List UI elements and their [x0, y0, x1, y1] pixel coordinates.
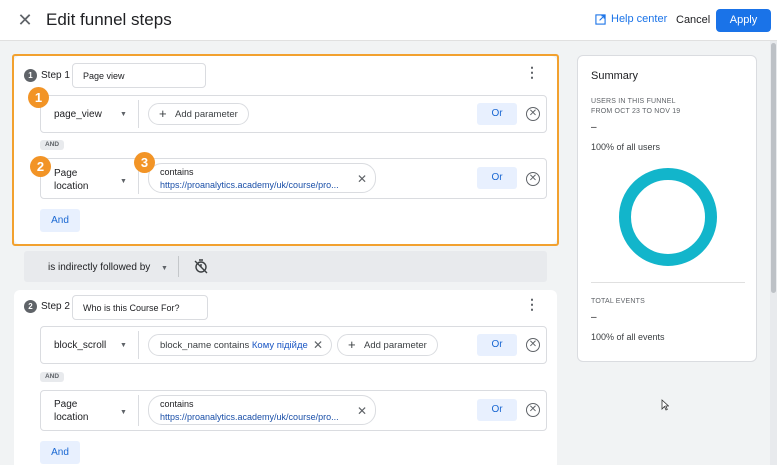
users-caption-line-2: FROM OCT 23 TO NOV 19	[591, 108, 681, 115]
clear-chip-icon[interactable]: ✕	[313, 338, 323, 352]
top-bar: ✕ Edit funnel steps Help center Cancel A…	[0, 0, 777, 41]
step-2-dimension-select[interactable]: Page location ▼	[54, 398, 129, 424]
condition-value: https://proanalytics.academy/uk/course/p…	[160, 412, 339, 422]
and-button[interactable]: And	[40, 441, 80, 464]
step-2-more-icon[interactable]: ⋮	[524, 296, 540, 316]
page-title: Edit funnel steps	[46, 10, 172, 29]
divider	[138, 331, 139, 359]
or-button[interactable]: Or	[477, 334, 517, 356]
help-center-link[interactable]: Help center	[595, 13, 667, 25]
parameter-value: Кому підійде	[251, 340, 308, 351]
apply-button[interactable]: Apply	[716, 9, 771, 32]
event-select-value: block_scroll	[54, 340, 107, 351]
sequence-connector: is indirectly followed by ▼	[24, 251, 547, 282]
dimension-line-1: Page	[54, 399, 78, 410]
annotation-badge-3: 3	[134, 152, 155, 173]
step-2-label: Step 2	[41, 301, 70, 312]
parameter-chip-label: block_name contains Кому підійде	[160, 340, 308, 351]
or-button[interactable]: Or	[477, 399, 517, 421]
annotation-badge-1: 1	[28, 87, 49, 108]
followed-by-label: is indirectly followed by	[48, 262, 151, 273]
events-value: –	[591, 312, 597, 323]
add-parameter-button[interactable]: + Add parameter	[337, 334, 438, 356]
plus-icon: +	[348, 337, 356, 352]
condition-operator: contains	[160, 399, 194, 409]
dimension-line-2: location	[54, 412, 89, 423]
step-2-name-input[interactable]: Who is this Course For?	[72, 295, 208, 320]
annotation-badge-2: 2	[30, 156, 51, 177]
events-percentage: 100% of all events	[591, 332, 665, 342]
summary-title: Summary	[591, 70, 639, 82]
events-caption: TOTAL EVENTS	[591, 298, 646, 305]
dropdown-caret-icon: ▼	[120, 342, 127, 349]
divider	[138, 395, 139, 426]
dropdown-caret-icon: ▼	[161, 265, 168, 272]
users-percentage: 100% of all users	[591, 142, 661, 152]
step-2-number-badge: 2	[24, 300, 37, 313]
scrollbar-thumb[interactable]	[771, 43, 776, 293]
mouse-cursor-icon	[661, 399, 669, 411]
users-donut-chart	[619, 168, 717, 266]
remove-condition-icon[interactable]: ✕	[526, 338, 540, 352]
open-external-icon	[595, 13, 606, 25]
condition-chip[interactable]: contains https://proanalytics.academy/uk…	[148, 395, 376, 425]
divider	[591, 282, 745, 283]
followed-by-select[interactable]: is indirectly followed by ▼	[48, 262, 168, 273]
parameter-condition: block_name contains	[160, 340, 250, 351]
help-center-label: Help center	[611, 13, 668, 25]
timer-off-icon[interactable]	[194, 258, 208, 277]
step-2-event-select[interactable]: block_scroll ▼	[54, 340, 129, 351]
and-pill: AND	[40, 372, 64, 382]
divider	[178, 256, 179, 277]
cancel-button[interactable]: Cancel	[676, 14, 710, 26]
parameter-chip[interactable]: block_name contains Кому підійде ✕	[148, 334, 332, 356]
remove-condition-icon[interactable]: ✕	[526, 403, 540, 417]
close-icon[interactable]: ✕	[14, 9, 36, 31]
clear-chip-icon[interactable]: ✕	[357, 404, 367, 418]
add-parameter-label: Add parameter	[364, 340, 427, 351]
donut-ring	[619, 168, 717, 266]
dropdown-caret-icon: ▼	[120, 409, 127, 416]
summary-panel: Summary USERS IN THIS FUNNEL FROM OCT 23…	[577, 55, 757, 362]
highlight-frame	[12, 54, 559, 246]
users-caption-line-1: USERS IN THIS FUNNEL	[591, 98, 676, 105]
users-value: –	[591, 122, 597, 133]
users-caption: USERS IN THIS FUNNEL FROM OCT 23 TO NOV …	[591, 97, 680, 117]
